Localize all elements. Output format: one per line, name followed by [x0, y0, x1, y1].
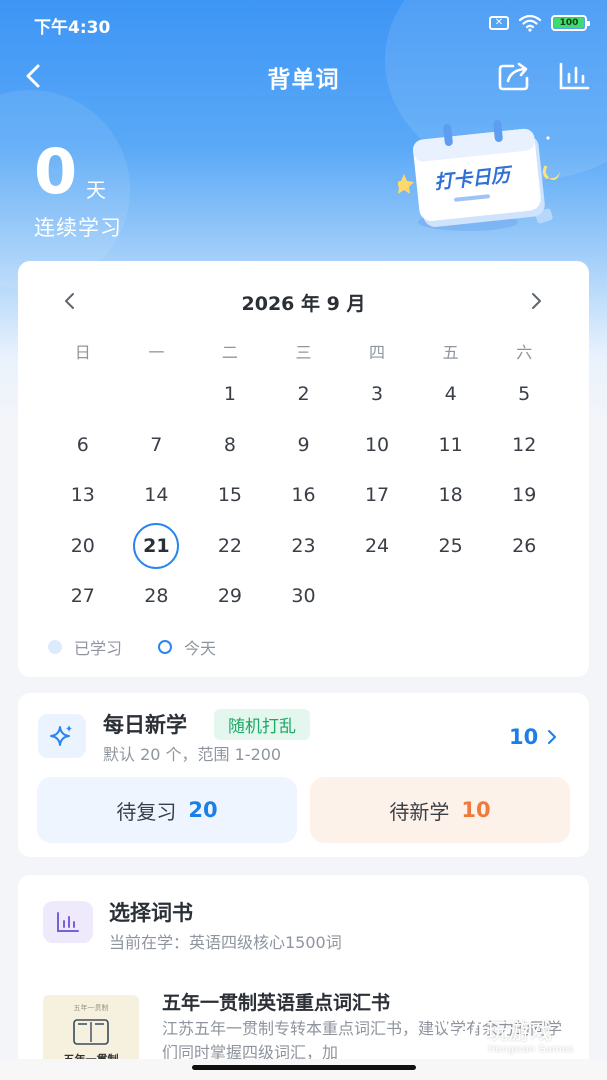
daily-title: 每日新学 — [103, 713, 187, 737]
weekday-label: 二 — [221, 343, 238, 362]
today-day-number: 21 — [133, 522, 180, 569]
calendar-blank — [120, 369, 194, 420]
watermark-text: 玩游戏 — [486, 1020, 553, 1045]
streak-unit: 天 — [86, 178, 106, 202]
calendar-day[interactable]: 24 — [340, 521, 414, 572]
open-book-icon — [73, 1019, 109, 1045]
weekday-label: 六 — [516, 343, 533, 362]
watermark-logo-icon — [443, 1021, 479, 1048]
calendar-day[interactable]: 13 — [46, 470, 120, 521]
calendar-day[interactable]: 28 — [120, 571, 194, 622]
weekday-label: 日 — [74, 343, 91, 362]
calendar-month-label: 2026 年 9 月 — [241, 293, 366, 315]
current-book: 当前在学：英语四级核心1500词 — [109, 933, 342, 952]
legend-studied-label: 已学习 — [74, 639, 123, 658]
calendar-day[interactable]: 29 — [193, 571, 267, 622]
calendar-day[interactable]: 7 — [120, 420, 194, 471]
calendar-day[interactable]: 14 — [120, 470, 194, 521]
cover-top-text: 五年一贯制 — [73, 1004, 109, 1012]
review-label: 待复习 — [116, 799, 177, 824]
recommended-book-title[interactable]: 五年一贯制英语重点词汇书 — [162, 988, 390, 1015]
sparkle-icon — [38, 714, 86, 758]
daily-new-card: 每日新学 随机打乱 默认 20 个，范围 1-200 10 待复习 20 待新学… — [18, 693, 589, 857]
studied-dot-icon — [48, 640, 62, 654]
learn-new-button[interactable]: 待新学 10 — [310, 777, 570, 843]
calendar-day[interactable]: 5 — [487, 369, 561, 420]
learn-new-label: 待新学 — [389, 799, 450, 824]
calendar-day[interactable]: 17 — [340, 470, 414, 521]
calendar-blank — [46, 369, 120, 420]
learn-new-count: 10 — [461, 798, 491, 822]
weekday-label: 三 — [295, 343, 312, 362]
shuffle-badge: 随机打乱 — [214, 709, 310, 740]
calendar-card: 2026 年 9 月 日一二三四五六 1 2 3 4 5 6 7 8 9 10 11 12 13 14 15… — [18, 261, 589, 677]
book-cover[interactable]: 五年一贯制 五年一贯制 — [43, 995, 139, 1065]
calendar-grid: 1 2 3 4 5 6 7 8 9 10 11 12 13 14 15 16 17 18 19 20 21 22 23 24 2… — [46, 369, 561, 622]
book-section-title: 选择词书 — [109, 901, 193, 925]
calendar-day[interactable]: 19 — [487, 470, 561, 521]
no-sim-icon: ✕ — [489, 16, 509, 30]
calendar-day[interactable]: 22 — [193, 521, 267, 572]
calendar-day[interactable]: 30 — [267, 571, 341, 622]
review-count: 20 — [188, 798, 218, 822]
weekday-header: 日一二三四五六 — [46, 339, 561, 363]
calendar-day[interactable]: 23 — [267, 521, 341, 572]
calendar-day[interactable]: 6 — [46, 420, 120, 471]
calendar-day[interactable]: 9 — [267, 420, 341, 471]
streak-label: 连续学习 — [34, 216, 122, 240]
calendar-day[interactable]: 25 — [414, 521, 488, 572]
wifi-icon — [518, 14, 542, 32]
weekday-label: 四 — [369, 343, 386, 362]
daily-count[interactable]: 10 — [509, 725, 538, 749]
watermark-subtext: Hengwan Games — [488, 1044, 574, 1055]
nav-bar: 背单词 — [0, 48, 607, 104]
calendar-day[interactable]: 2 — [267, 369, 341, 420]
calendar-day[interactable]: 4 — [414, 369, 488, 420]
weekday-label: 一 — [148, 343, 165, 362]
bar-chart-icon — [43, 901, 93, 943]
chevron-right-icon[interactable] — [544, 727, 560, 747]
calendar-day[interactable]: 11 — [414, 420, 488, 471]
calendar-day[interactable]: 26 — [487, 521, 561, 572]
status-bar: 下午4:30 ✕ 100 — [0, 0, 607, 48]
statistics-icon[interactable] — [557, 60, 591, 92]
streak-count: 0 — [34, 135, 78, 208]
battery-level: 100 — [554, 18, 584, 28]
battery-icon: 100 — [551, 15, 590, 31]
watermark: 玩游戏 Hengwan Games — [442, 1012, 592, 1060]
share-icon[interactable] — [497, 60, 531, 92]
calendar-day[interactable]: 12 — [487, 420, 561, 471]
daily-subtitle: 默认 20 个，范围 1-200 — [103, 745, 282, 764]
today-ring-icon — [158, 640, 173, 654]
calendar-day[interactable]: 15 — [193, 470, 267, 521]
weekday-label: 五 — [442, 343, 459, 362]
calendar-day[interactable]: 27 — [46, 571, 120, 622]
next-month-icon[interactable] — [524, 289, 548, 313]
calendar-day[interactable]: 1 — [193, 369, 267, 420]
calendar-day[interactable]: 10 — [340, 420, 414, 471]
calendar-day[interactable]: 20 — [46, 521, 120, 572]
review-button[interactable]: 待复习 20 — [37, 777, 297, 843]
legend-today-label: 今天 — [184, 639, 217, 658]
calendar-day-today[interactable]: 21 — [120, 521, 194, 572]
calendar-day[interactable]: 8 — [193, 420, 267, 471]
calendar-day[interactable]: 3 — [340, 369, 414, 420]
home-indicator[interactable] — [192, 1065, 416, 1070]
calendar-day[interactable]: 16 — [267, 470, 341, 521]
checkin-calendar-illustration: 打卡日历 — [394, 118, 568, 236]
calendar-day[interactable]: 18 — [414, 470, 488, 521]
status-icons: ✕ 100 — [489, 14, 590, 32]
calendar-legend: 已学习 今天 — [48, 635, 216, 659]
status-time: 下午4:30 — [34, 18, 111, 38]
